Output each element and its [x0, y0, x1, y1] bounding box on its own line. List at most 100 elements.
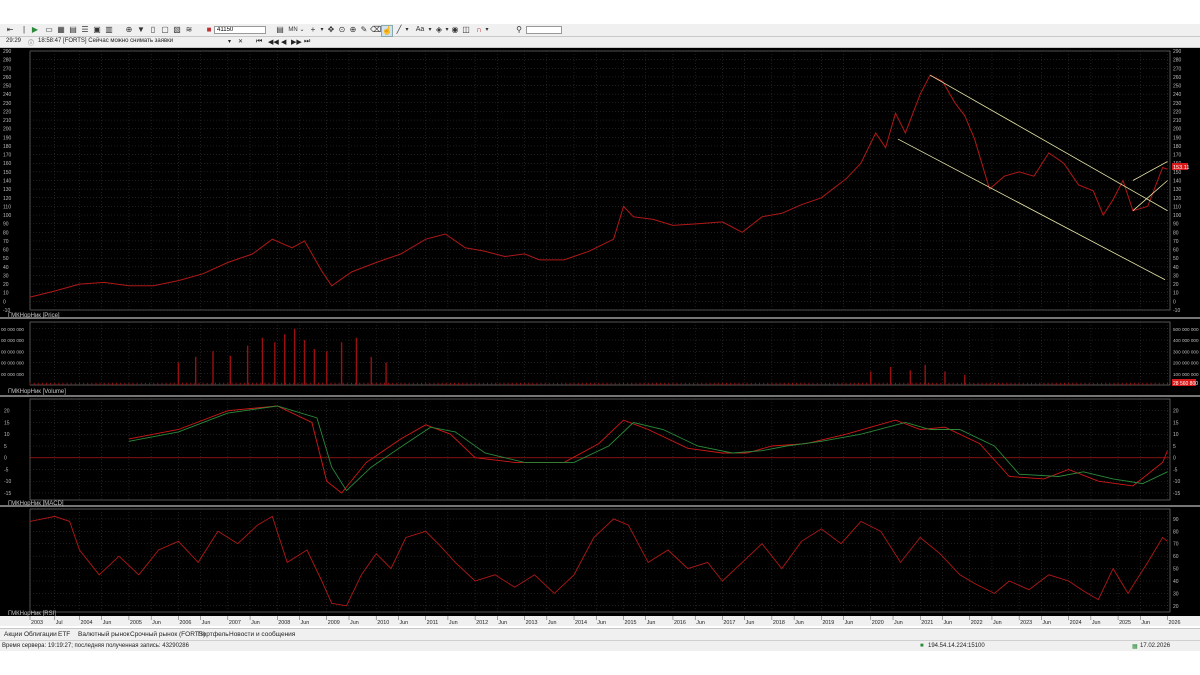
time-axis-label: 2013 — [526, 620, 538, 626]
rsi-tick-label-right: 50 — [1173, 567, 1179, 573]
hand-icon[interactable]: ☝ — [381, 25, 393, 37]
rsi-tick-label-right: 60 — [1173, 554, 1179, 560]
macd-tick-label-right: 15 — [1173, 420, 1179, 426]
time-axis-label: 2006 — [179, 620, 191, 626]
tab-etf[interactable]: ETF — [58, 631, 70, 638]
tab-stocks[interactable]: Акции — [4, 631, 22, 638]
crosshair-icon[interactable]: ⊕ — [124, 25, 134, 35]
time-axis-label: 2011 — [427, 620, 439, 626]
table-icon[interactable]: ▦ — [56, 25, 66, 35]
filter-icon[interactable]: ▼ — [136, 25, 146, 35]
macd-tick-label-right: 20 — [1173, 409, 1179, 415]
instrument-code-input[interactable] — [214, 26, 266, 34]
price-tick-label-right: 80 — [1173, 230, 1179, 236]
time-axis-label: Jun — [152, 620, 161, 626]
price-tick-label-right: 70 — [1173, 239, 1179, 245]
magnet-dropdown-icon[interactable]: ▾ — [483, 25, 491, 35]
volume-tick-label-right: 500 000 000 — [1173, 327, 1199, 332]
price-tick-label-left: 110 — [3, 204, 11, 210]
server-status-text: Время сервера: 19:19:27; последняя получ… — [2, 643, 189, 649]
price-tick-label-left: 80 — [3, 230, 9, 236]
price-tick-label-right: 20 — [1173, 282, 1179, 288]
time-axis-label: Jun — [399, 620, 408, 626]
text-tool-icon[interactable]: Aa — [413, 25, 427, 35]
tab-news[interactable]: Новости и сообщения — [229, 631, 295, 638]
nav-forward-icon[interactable]: ▶▶ — [291, 38, 302, 46]
time-axis-label: 2004 — [80, 620, 92, 626]
pencil-icon[interactable]: ✎ — [359, 25, 369, 35]
message-dropdown-icon[interactable]: ▾ — [228, 38, 231, 45]
close-message-icon[interactable]: ✕ — [238, 38, 243, 45]
time-axis-label: 2003 — [31, 620, 43, 626]
price-tick-label-right: 40 — [1173, 265, 1179, 271]
price-tick-label-left: 90 — [3, 222, 9, 228]
graph-icon[interactable]: ▥ — [104, 25, 114, 35]
tab-currency[interactable]: Валютный рынок — [78, 631, 130, 638]
time-axis-label: 2022 — [971, 620, 983, 626]
text-dropdown-icon[interactable]: ▾ — [426, 25, 434, 35]
price-tick-label-left: 150 — [3, 170, 12, 176]
target-icon[interactable]: ⊙ — [337, 25, 347, 35]
indicator-icon[interactable]: ≋ — [184, 25, 194, 35]
time-axis-label: 2024 — [1070, 620, 1082, 626]
time-axis-label: 2005 — [130, 620, 142, 626]
chart-area[interactable]: 290 290 280 280 270 270 260 260 250 250 240 240 230 2… — [0, 48, 1200, 626]
time-axis-label: 2017 — [723, 620, 735, 626]
tab-forts[interactable]: Срочный рынок (FORTS) — [130, 631, 205, 638]
time-axis-label: Jun — [449, 620, 458, 626]
time-axis-label: Jun — [202, 620, 211, 626]
macd-tick-label-left: 5 — [4, 444, 7, 450]
window-icon[interactable]: ▭ — [44, 25, 54, 35]
status-date: 17.02.2026 — [1140, 643, 1171, 649]
price-tick-label-left: 280 — [3, 58, 12, 64]
price-tick-label-right: 30 — [1173, 273, 1179, 279]
price-tick-label-left: 270 — [3, 66, 12, 72]
rsi-tick-label-right: 40 — [1173, 579, 1179, 585]
nav-last-icon[interactable]: ⏭ — [304, 38, 310, 46]
eraser-icon[interactable]: ⌫ — [370, 25, 381, 35]
back-arrow-icon[interactable]: ⇤ — [3, 25, 17, 35]
price-tick-label-right: 140 — [1173, 179, 1182, 185]
grid-icon[interactable]: ▤ — [68, 25, 78, 35]
time-axis-label: Jun — [1141, 620, 1150, 626]
chevron-down-icon[interactable]: ⌄ — [298, 25, 306, 35]
nav-first-icon[interactable]: ⏮ — [256, 38, 262, 46]
rsi-tick-label-right: 20 — [1173, 604, 1179, 610]
macd-tick-label-left: 20 — [4, 409, 10, 415]
layers-icon[interactable]: ◫ — [461, 25, 471, 35]
price-tick-label-right: 280 — [1173, 58, 1182, 64]
bars-icon[interactable]: ▯ — [148, 25, 158, 35]
macd-tick-label-left: -10 — [4, 479, 11, 485]
zoom-in-icon[interactable]: ⊕ — [348, 25, 358, 35]
price-tick-label-left: 20 — [3, 282, 9, 288]
tab-portfolio[interactable]: Портфель — [198, 631, 229, 638]
volume-tick-label-right: 100 000 000 — [1173, 372, 1199, 377]
price-tick-label-right: 260 — [1173, 75, 1182, 81]
price-tick-label-right: 200 — [1173, 127, 1182, 133]
play-icon[interactable]: ▶ — [30, 25, 40, 35]
window-alt-icon[interactable]: ▢ — [160, 25, 170, 35]
time-axis-label: Jun — [943, 620, 952, 626]
price-tick-label-left: 170 — [3, 153, 12, 159]
move-icon[interactable]: ✥ — [326, 25, 336, 35]
rsi-pane-label: ГМКНорНик [RSI] — [8, 611, 56, 617]
list-icon[interactable]: ☰ — [80, 25, 90, 35]
chart-type-icon[interactable]: ▧ — [172, 25, 182, 35]
plus-icon[interactable]: + — [308, 25, 318, 35]
tab-bonds[interactable]: Облигации — [24, 631, 57, 638]
nav-prev-icon[interactable]: ◀◀ — [268, 38, 279, 46]
volume-tick-label-left: 00 000 000 — [1, 327, 24, 332]
price-tick-label-right: 290 — [1173, 49, 1182, 55]
search-input[interactable] — [526, 26, 562, 34]
chart-window-icon[interactable]: ▣ — [92, 25, 102, 35]
price-tick-label-left: 250 — [3, 84, 12, 90]
line-dropdown-icon[interactable]: ▾ — [403, 25, 411, 35]
nav-back-icon[interactable]: ◀ — [281, 38, 286, 46]
dropdown-arrow-icon[interactable]: ▾ — [318, 25, 326, 35]
price-tick-label-left: 140 — [3, 179, 12, 185]
price-tick-label-right: 10 — [1173, 291, 1179, 297]
chart-canvas[interactable]: 290 290 280 280 270 270 260 260 250 250 240 240 230 2… — [0, 48, 1200, 626]
instrument-icon: ■ — [206, 25, 212, 34]
price-tick-label-right: 230 — [1173, 101, 1182, 107]
eye-icon[interactable]: ◉ — [450, 25, 460, 35]
